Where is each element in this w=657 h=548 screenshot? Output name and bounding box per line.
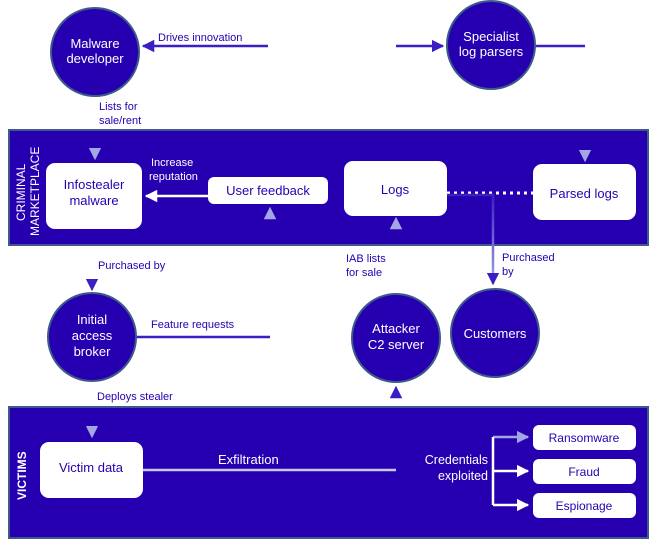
label-drives-innovation: Drives innovation bbox=[158, 32, 242, 44]
infostealer-ecosystem-diagram: CRIMINAL MARKETPLACE VICTIMS Drives inno… bbox=[8, 0, 649, 539]
label-deploys-stealer: Deploys stealer bbox=[97, 391, 173, 403]
node-attacker-c2-server[interactable]: Attacker C2 server bbox=[351, 293, 441, 383]
box-fraud[interactable]: Fraud bbox=[533, 459, 636, 484]
label-purchased-line1: Purchased bbox=[502, 252, 555, 264]
node-specialist-log-parsers[interactable]: Specialist log parsers bbox=[446, 0, 536, 90]
victims-label: VICTIMS bbox=[15, 451, 29, 500]
box-victim-data[interactable]: Victim data bbox=[40, 442, 143, 498]
malware-developer-line2: developer bbox=[66, 51, 124, 66]
label-credentials-line2: exploited bbox=[438, 469, 488, 483]
label-feature-requests: Feature requests bbox=[151, 319, 235, 331]
malware-developer-line1: Malware bbox=[70, 36, 119, 51]
specialist-parsers-line2: log parsers bbox=[459, 44, 524, 59]
iab-line3: broker bbox=[74, 344, 112, 359]
node-malware-developer[interactable]: Malware developer bbox=[50, 7, 140, 97]
attacker-c2-line2: C2 server bbox=[368, 337, 425, 352]
marketplace-label-line2: MARKETPLACE bbox=[28, 147, 42, 236]
box-ransomware[interactable]: Ransomware bbox=[533, 425, 636, 450]
box-infostealer-malware[interactable]: Infostealer malware bbox=[46, 163, 142, 229]
box-logs[interactable]: Logs bbox=[344, 161, 447, 216]
parsed-logs-label: Parsed logs bbox=[550, 186, 619, 201]
node-customers[interactable]: Customers bbox=[450, 288, 540, 378]
espionage-label: Espionage bbox=[556, 499, 613, 513]
iab-line2: access bbox=[72, 328, 113, 343]
logs-label: Logs bbox=[381, 182, 410, 197]
label-purchased-by: Purchased by bbox=[98, 260, 166, 272]
label-lists-for-line2: sale/rent bbox=[99, 115, 141, 127]
box-user-feedback[interactable]: User feedback bbox=[208, 177, 328, 204]
node-initial-access-broker[interactable]: Initial access broker bbox=[47, 292, 137, 382]
label-lists-for-line1: Lists for bbox=[99, 101, 138, 113]
customers-label: Customers bbox=[464, 326, 527, 341]
label-purchased-line2: by bbox=[502, 266, 514, 278]
label-exfiltration: Exfiltration bbox=[218, 452, 279, 467]
specialist-parsers-line1: Specialist bbox=[463, 29, 519, 44]
label-increase-line2: reputation bbox=[149, 171, 198, 183]
label-increase-line1: Increase bbox=[151, 157, 193, 169]
user-feedback-label: User feedback bbox=[226, 183, 310, 198]
infostealer-line2: malware bbox=[69, 193, 118, 208]
fraud-label: Fraud bbox=[568, 465, 599, 479]
box-espionage[interactable]: Espionage bbox=[533, 493, 636, 518]
marketplace-label-line1: CRIMINAL bbox=[14, 163, 28, 221]
victim-data-label: Victim data bbox=[59, 460, 124, 475]
infostealer-line1: Infostealer bbox=[64, 177, 125, 192]
ransomware-label: Ransomware bbox=[549, 431, 620, 445]
label-credentials-line1: Credentials bbox=[425, 453, 488, 467]
iab-line1: Initial bbox=[77, 312, 107, 327]
attacker-c2-line1: Attacker bbox=[372, 321, 420, 336]
label-iab-lists-line2: for sale bbox=[346, 267, 382, 279]
label-iab-lists-line1: IAB lists bbox=[346, 253, 386, 265]
box-parsed-logs[interactable]: Parsed logs bbox=[533, 164, 636, 220]
